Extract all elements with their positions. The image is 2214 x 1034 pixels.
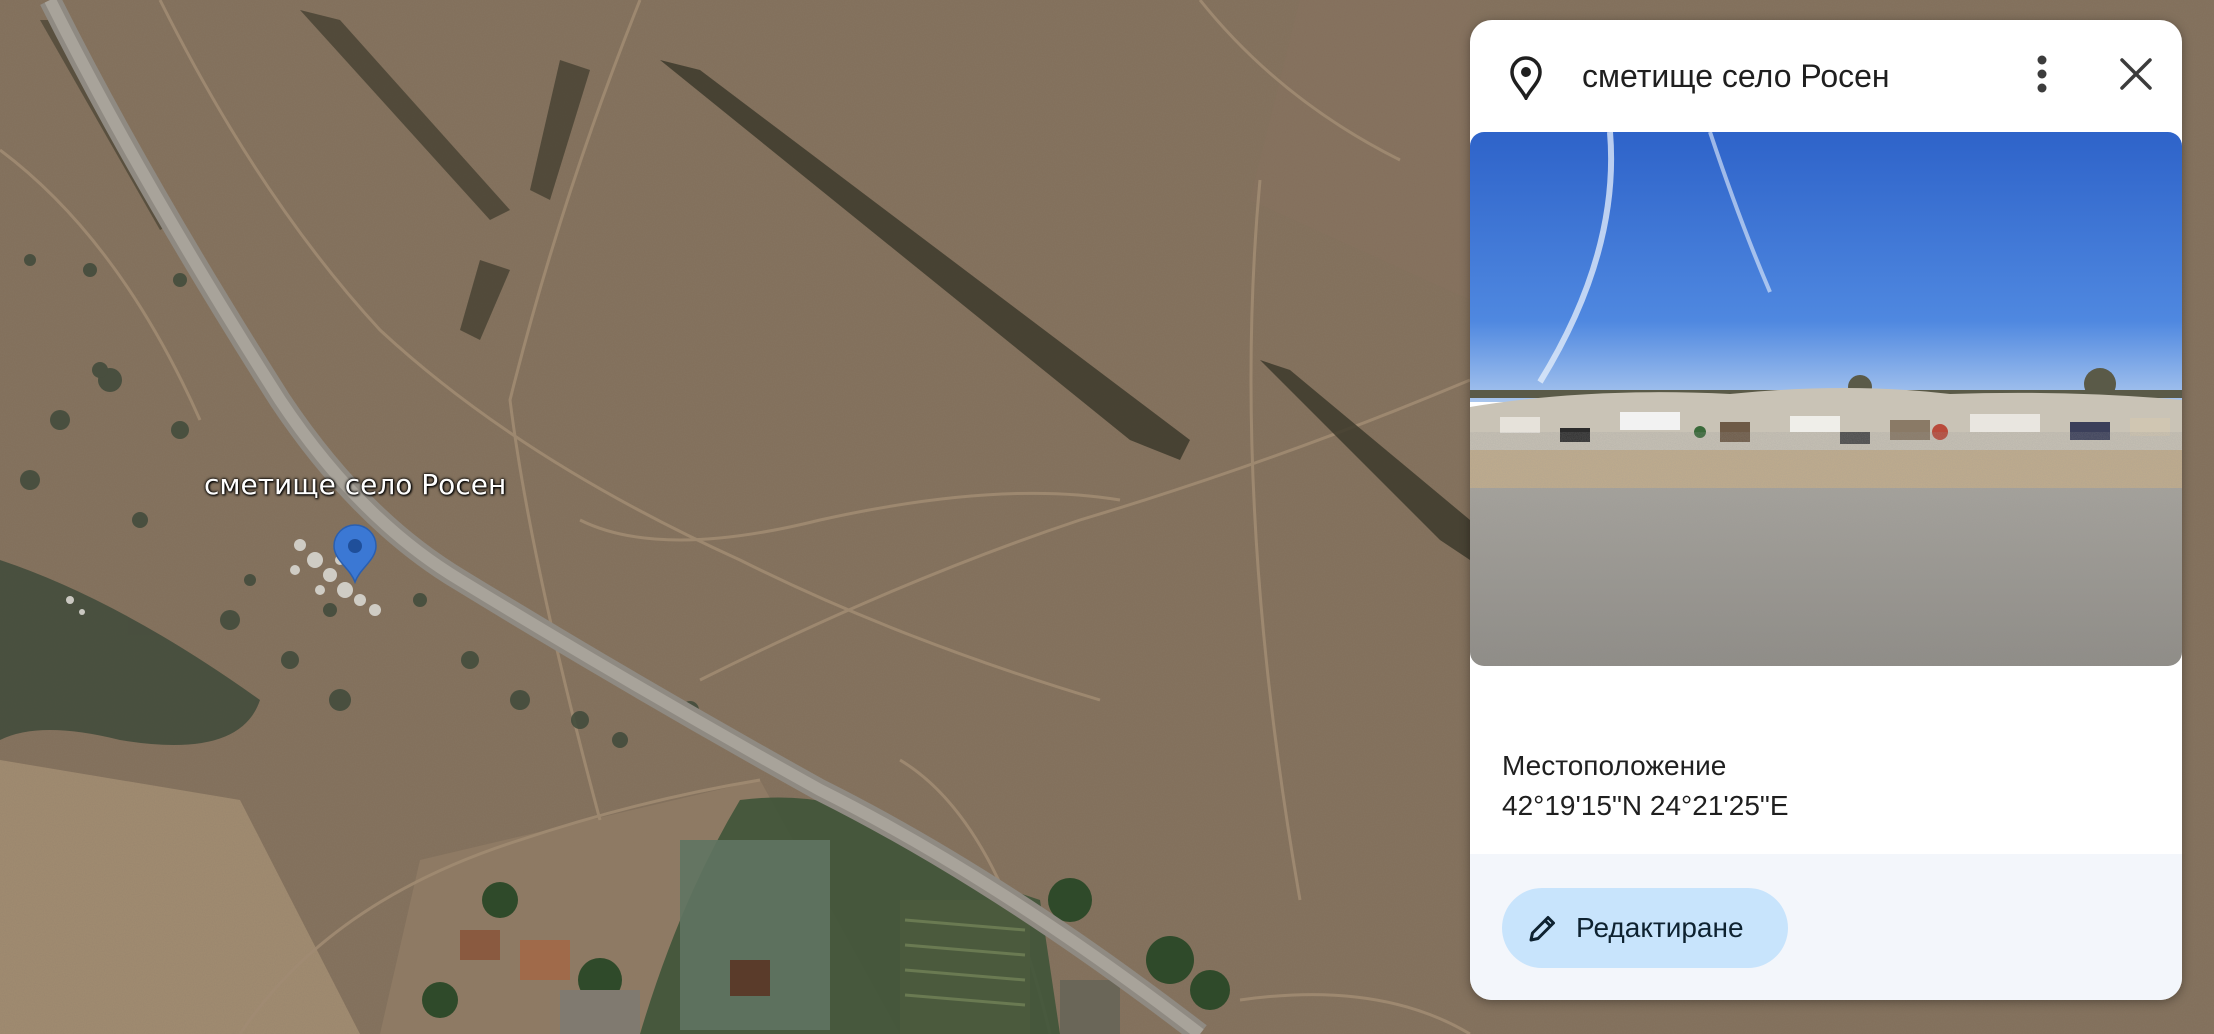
more-options-button[interactable] (2018, 52, 2066, 100)
location-section-label: Местоположение (1502, 750, 1727, 781)
close-button[interactable] (2110, 52, 2162, 100)
panel-header: сметище село Росен (1470, 20, 2182, 132)
panel-footer: Редактиране (1470, 854, 2182, 1000)
close-icon (2119, 57, 2153, 96)
edit-button[interactable]: Редактиране (1502, 888, 1788, 968)
location-pin-icon (1508, 56, 1544, 102)
map-marker-icon[interactable] (332, 524, 378, 584)
edit-button-label: Редактиране (1576, 912, 1744, 943)
pencil-icon (1526, 911, 1560, 945)
map-place-label[interactable]: сметище село Росен (204, 468, 506, 501)
more-vert-icon (2036, 54, 2048, 99)
place-info-panel: сметище село Росен Местоположение 42°19'… (1470, 20, 2182, 1000)
place-photo[interactable] (1470, 132, 2182, 666)
location-coordinates: 42°19'15"N 24°21'25"E (1502, 790, 1789, 821)
panel-title: сметище село Росен (1582, 58, 1890, 94)
